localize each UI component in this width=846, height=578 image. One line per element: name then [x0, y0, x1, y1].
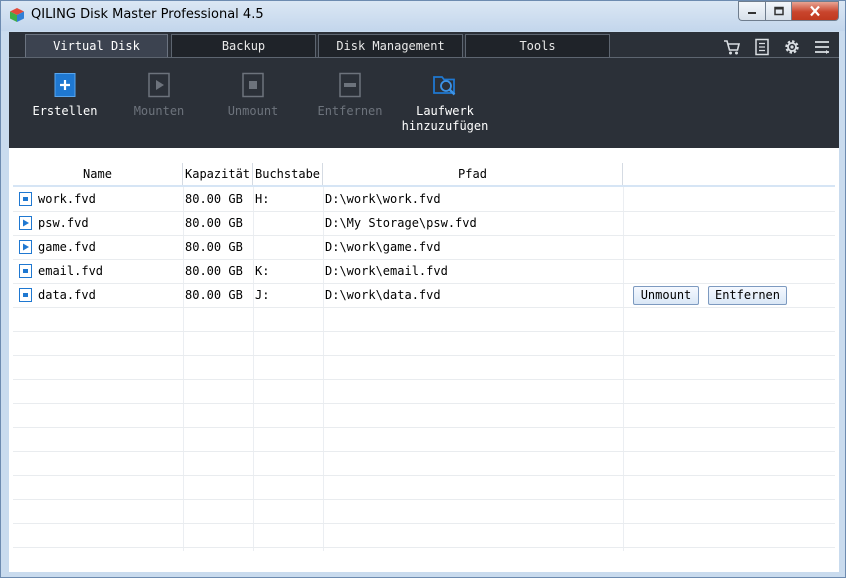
table-row[interactable]: game.fvd 80.00 GB D:\work\game.fvd: [13, 235, 835, 260]
window-title: QILING Disk Master Professional 4.5: [31, 7, 264, 22]
table-row-empty: [13, 499, 835, 524]
add-drive-label-line2: hinzuzufügen: [401, 119, 489, 133]
minimize-button[interactable]: [738, 1, 765, 21]
remove-icon: [339, 72, 361, 98]
mount-button[interactable]: Mounten: [119, 72, 199, 119]
cell-capacity: 80.00 GB: [185, 240, 243, 254]
cell-name: game.fvd: [38, 240, 96, 254]
table-row[interactable]: email.fvd 80.00 GB K: D:\work\email.fvd: [13, 259, 835, 284]
cell-path: D:\work\work.fvd: [325, 192, 441, 206]
cell-letter: H:: [255, 192, 270, 206]
row-unmount-button[interactable]: Unmount: [633, 286, 699, 305]
disk-unmounted-icon: [19, 216, 32, 230]
notes-icon[interactable]: [752, 37, 772, 57]
table-row[interactable]: data.fvd 80.00 GB J: D:\work\data.fvd Un…: [13, 283, 835, 308]
add-drive-label-line1: Laufwerk: [416, 104, 474, 118]
gear-icon[interactable]: [782, 37, 802, 57]
table-header: Name Kapazität Buchstabe Pfad: [13, 163, 835, 187]
tab-disk-management[interactable]: Disk Management: [318, 34, 463, 57]
cell-capacity: 80.00 GB: [185, 192, 243, 206]
disk-unmounted-icon: [19, 240, 32, 254]
unmount-icon: [242, 72, 264, 98]
column-header-name[interactable]: Name: [13, 163, 183, 185]
mount-icon: [148, 72, 170, 98]
cell-letter: K:: [255, 264, 270, 278]
minimize-icon: [748, 12, 756, 14]
maximize-button[interactable]: [765, 1, 791, 21]
menu-icon[interactable]: [812, 37, 832, 57]
app-window: QILING Disk Master Professional 4.5 Virt…: [0, 0, 846, 578]
cell-path: D:\My Storage\psw.fvd: [325, 216, 477, 230]
tab-divider: [9, 57, 839, 58]
row-remove-button[interactable]: Entfernen: [708, 286, 787, 305]
table-row-empty: [13, 475, 835, 500]
maximize-icon: [773, 6, 784, 16]
unmount-label: Unmount: [227, 104, 279, 118]
cell-capacity: 80.00 GB: [185, 216, 243, 230]
column-header-actions: [623, 163, 835, 185]
table-row-empty: [13, 427, 835, 452]
column-header-capacity[interactable]: Kapazität: [183, 163, 253, 185]
cell-letter: J:: [255, 288, 270, 302]
create-button[interactable]: Erstellen: [25, 72, 105, 119]
table-row-empty: [13, 355, 835, 380]
cell-name: psw.fvd: [38, 216, 89, 230]
table-row-empty: [13, 331, 835, 356]
table-row-empty: [13, 451, 835, 476]
cell-path: D:\work\game.fvd: [325, 240, 441, 254]
unmount-button[interactable]: Unmount: [213, 72, 293, 119]
top-panel: Virtual Disk Backup Disk Management Tool…: [9, 32, 839, 148]
table-row-empty: [13, 307, 835, 332]
cell-name: work.fvd: [38, 192, 96, 206]
cell-path: D:\work\email.fvd: [325, 264, 448, 278]
add-drive-icon: [433, 76, 456, 96]
cart-icon[interactable]: [722, 37, 742, 57]
remove-button[interactable]: Entfernen: [310, 72, 390, 119]
table-row[interactable]: work.fvd 80.00 GB H: D:\work\work.fvd: [13, 187, 835, 212]
tab-tools[interactable]: Tools: [465, 34, 610, 57]
title-bar[interactable]: QILING Disk Master Professional 4.5: [1, 1, 845, 31]
close-icon: [810, 5, 820, 17]
table-row[interactable]: psw.fvd 80.00 GB D:\My Storage\psw.fvd: [13, 211, 835, 236]
tab-backup[interactable]: Backup: [171, 34, 316, 57]
disk-mounted-icon: [19, 264, 32, 278]
mount-label: Mounten: [133, 104, 185, 118]
create-disk-icon: [54, 73, 76, 97]
column-header-letter[interactable]: Buchstabe: [253, 163, 323, 185]
cell-capacity: 80.00 GB: [185, 288, 243, 302]
disk-mounted-icon: [19, 288, 32, 302]
column-header-path[interactable]: Pfad: [323, 163, 623, 185]
table-row-empty: [13, 379, 835, 404]
tab-virtual-disk[interactable]: Virtual Disk: [25, 34, 168, 57]
table-row-empty: [13, 523, 835, 548]
close-button[interactable]: [791, 1, 839, 21]
cell-name: data.fvd: [38, 288, 96, 302]
main-content: Virtual Disk Backup Disk Management Tool…: [9, 32, 839, 572]
remove-label: Entfernen: [317, 104, 383, 118]
create-label: Erstellen: [32, 104, 98, 118]
cell-name: email.fvd: [38, 264, 104, 278]
cell-path: D:\work\data.fvd: [325, 288, 441, 302]
app-logo-icon: [10, 8, 24, 22]
cell-capacity: 80.00 GB: [185, 264, 243, 278]
disk-mounted-icon: [19, 192, 32, 206]
add-drive-button[interactable]: Laufwerk hinzuzufügen: [395, 72, 495, 134]
table-row-empty: [13, 403, 835, 428]
